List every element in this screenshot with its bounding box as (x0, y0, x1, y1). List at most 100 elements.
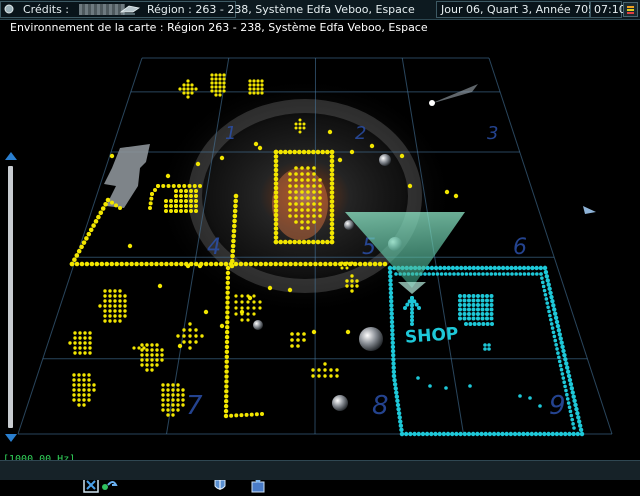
shop-wall-dot (571, 394, 576, 399)
sector-map[interactable]: 123456789 SHOP [1000.00 Hz] (0, 36, 640, 493)
coin-icon (4, 4, 14, 14)
fortress-dot (325, 239, 330, 245)
structure-dot (103, 294, 107, 298)
wall-dot (234, 413, 239, 418)
shop-wall-dot (462, 431, 467, 437)
map-canvas[interactable]: 1 2 34 5 67 8 9 SHOP (0, 36, 640, 460)
wall-dot (225, 280, 230, 285)
structure-dot (78, 346, 82, 350)
wall-dot (153, 188, 157, 192)
zoom-in-arrow-icon[interactable] (5, 152, 17, 160)
fortress-core-dot (300, 172, 304, 176)
fortress-core-dot (318, 190, 322, 194)
shop-wall-dot (388, 286, 393, 291)
shop-wall-dot (538, 265, 544, 271)
structure-dot (108, 319, 112, 323)
shop-cart-dot (483, 343, 487, 347)
shop-label[interactable]: SHOP (404, 324, 459, 348)
wall-dot (81, 240, 87, 245)
shop-wall-dot (571, 422, 575, 426)
zoom-slider[interactable] (4, 152, 18, 448)
scatter-dot (257, 145, 263, 151)
fortress-core-dot (300, 208, 304, 212)
wall-dot (253, 261, 259, 267)
wall-dot (308, 261, 313, 267)
structure-dot (302, 126, 306, 130)
structure-dot (188, 346, 192, 350)
structure-dot (311, 374, 315, 378)
wall-dot (192, 184, 197, 188)
wall-dot (84, 261, 90, 267)
structure-dot (78, 331, 82, 335)
wall-dot (273, 261, 278, 267)
structure-dot (171, 398, 175, 402)
zoom-slider-track[interactable] (8, 166, 13, 428)
shop-wall-dot (396, 406, 401, 412)
scatter-dot (399, 153, 405, 159)
structure-dot (194, 87, 198, 91)
structure-dot (188, 334, 192, 338)
structure-dot (166, 403, 170, 407)
scatter-dot (311, 329, 317, 335)
fortress-dot (329, 185, 335, 191)
shop-wall-dot (388, 294, 394, 300)
wall-dot (224, 349, 230, 355)
block-dot (189, 209, 193, 213)
structure-dot (240, 300, 244, 304)
structure-dot (256, 79, 260, 83)
wall-dot (372, 261, 378, 267)
structure-dot (186, 91, 190, 95)
structure-dot (150, 348, 154, 352)
fortress-dot (273, 154, 279, 159)
block-dot (189, 194, 193, 198)
structure-dot (78, 351, 82, 355)
structure-dot (218, 93, 222, 97)
shop-cart-dot (462, 303, 467, 307)
wall-dot (224, 394, 229, 399)
structure-dot (118, 304, 122, 308)
zoom-out-arrow-icon[interactable] (5, 434, 17, 442)
wall-dot (224, 389, 229, 394)
structure-dot (188, 322, 192, 326)
structure-dot (222, 89, 226, 93)
structure-dot (311, 368, 315, 372)
structure-dot (82, 383, 86, 387)
structure-dot (103, 319, 107, 323)
fortress-dot (297, 239, 302, 245)
wall-dot (323, 261, 328, 267)
wall-dot (94, 261, 100, 267)
shop-wall-dot (389, 323, 395, 329)
structure-dot (150, 368, 154, 372)
shop-wall-dot (391, 353, 396, 358)
shop-wall-dot (557, 355, 561, 360)
fortress-core-dot (294, 220, 298, 224)
structure-dot (113, 304, 117, 308)
fortress-dot (273, 226, 279, 231)
scatter-dot (428, 384, 432, 388)
spaceship-marker[interactable] (583, 206, 596, 214)
block-dot (179, 189, 183, 193)
structure-dot (181, 403, 185, 407)
shop-cart-dot (485, 307, 489, 312)
shop-wall-dot (459, 265, 464, 271)
structure-dot (176, 388, 180, 392)
shop-cart-dot (476, 316, 480, 321)
fortress-core-dot (300, 190, 304, 194)
structure-dot (182, 91, 186, 95)
shop-wall-dot (412, 431, 417, 437)
structure-dot (161, 403, 165, 407)
shop-wall-dot (543, 293, 548, 297)
shop-wall-dot (501, 272, 506, 276)
sector-number: 3 (487, 123, 498, 144)
wall-dot (229, 413, 234, 418)
fortress-dot (273, 230, 279, 236)
wall-dot (109, 261, 115, 267)
shop-wall-dot (483, 431, 488, 437)
shop-wall-dot (514, 272, 518, 276)
structure-dot (290, 332, 294, 336)
structure-dot (87, 398, 91, 402)
wall-dot (224, 374, 229, 379)
wall-dot (74, 253, 80, 258)
fortress-core-dot (318, 196, 322, 200)
menu-button[interactable] (623, 2, 638, 17)
